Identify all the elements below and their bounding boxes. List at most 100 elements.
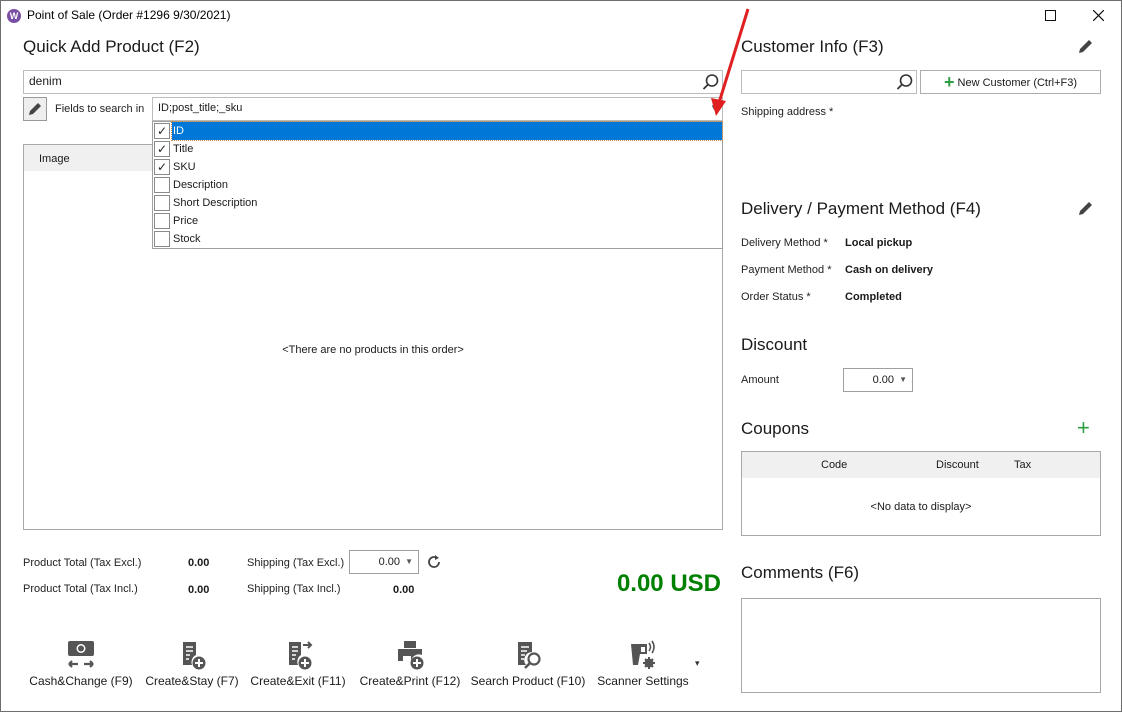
create-stay-icon [183,642,206,670]
pos-window: W Point of Sale (Order #1296 9/30/2021) … [0,0,1122,712]
refresh-icon[interactable] [425,553,443,571]
new-customer-label: New Customer (Ctrl+F3) [957,77,1078,89]
customer-search-input[interactable] [741,70,917,94]
products-empty-text: <There are no products in this order> [282,344,464,356]
dropdown-item-label: Description [173,179,229,191]
dropdown-item-label: Stock [173,233,201,245]
dropdown-item-label: SKU [173,161,196,173]
dropdown-item-label: ID [171,121,723,141]
column-header-tax[interactable]: Tax [1014,459,1031,471]
dropdown-item-label: Short Description [173,197,258,209]
dropdown-item-title[interactable]: ✓ Title [153,140,722,158]
dropdown-item-label: Title [173,143,194,155]
comments-heading: Comments (F6) [741,563,860,582]
chevron-down-icon[interactable]: ▼ [899,369,907,391]
close-icon [1092,9,1104,22]
dropdown-item-description[interactable]: Description [153,176,722,194]
delivery-method-label: Delivery Method * [741,237,828,249]
plus-icon: + [943,72,955,92]
coupons-heading: Coupons [741,419,810,438]
discount-amount-input[interactable]: 0.00 ▼ [843,368,913,392]
order-status-label: Order Status * [741,291,811,303]
search-product-icon [518,642,541,669]
checkbox-checked[interactable]: ✓ [154,159,170,175]
edit-fields-button[interactable] [23,97,47,121]
order-status-value: Completed [845,291,902,303]
search-product-label: Search Product (F10) [470,674,586,688]
discount-amount-value: 0.00 [872,374,894,386]
discount-heading: Discount [741,335,808,354]
product-search-input[interactable]: denim [23,70,723,94]
search-product-button[interactable]: Search Product (F10) [469,639,587,688]
checkbox-unchecked[interactable] [154,195,170,211]
fields-dropdown-list: ✓ ID ✓ Title ✓ SKU Description Short Des… [152,121,723,249]
fields-to-search-combo[interactable]: ID;post_title;_sku ▼ [152,97,723,121]
delivery-payment-heading: Delivery / Payment Method (F4) [741,199,981,218]
checkbox-unchecked[interactable] [154,231,170,247]
coupons-empty-text: <No data to display> [870,501,972,513]
coupons-grid-header: Code Discount Tax [742,452,1100,478]
scanner-settings-button[interactable]: Scanner Settings [595,639,691,688]
checkbox-unchecked[interactable] [154,213,170,229]
create-print-label: Create&Print (F12) [359,674,461,688]
shipping-incl-label: Shipping (Tax Incl.) [247,583,341,595]
new-customer-button[interactable]: + New Customer (Ctrl+F3) [920,70,1101,94]
product-total-incl-value: 0.00 [188,584,210,596]
add-coupon-plus-icon[interactable]: + [1077,415,1090,441]
column-header-code[interactable]: Code [821,459,847,471]
comments-textarea[interactable] [741,598,1101,693]
quick-add-heading: Quick Add Product (F2) [23,37,200,56]
shipping-excl-value: 0.00 [378,556,400,568]
create-exit-icon [289,641,313,670]
grand-total: 0.00 USD [616,570,721,597]
fields-to-search-label: Fields to search in [55,103,145,115]
product-search-value: denim [29,74,62,88]
edit-delivery-pencil-icon[interactable] [1077,199,1095,217]
column-header-image[interactable]: Image [39,153,70,165]
scanner-settings-icon [631,640,655,669]
dropdown-item-id[interactable]: ✓ ID [153,121,723,141]
customer-search-icon[interactable] [896,73,914,91]
shipping-excl-input[interactable]: 0.00 ▼ [349,550,419,574]
app-logo-icon: W [7,9,21,23]
customer-info-heading: Customer Info (F3) [741,37,884,56]
payment-method-label: Payment Method * [741,264,832,276]
checkbox-checked[interactable]: ✓ [154,123,170,139]
maximize-button[interactable] [1040,6,1060,26]
create-stay-label: Create&Stay (F7) [145,674,239,688]
checkbox-unchecked[interactable] [154,177,170,193]
create-print-icon [398,641,424,670]
payment-method-value: Cash on delivery [845,264,934,276]
checkbox-checked[interactable]: ✓ [154,141,170,157]
close-button[interactable] [1088,6,1108,26]
column-header-discount[interactable]: Discount [936,459,979,471]
cash-change-button[interactable]: Cash&Change (F9) [27,639,135,688]
shipping-excl-label: Shipping (Tax Excl.) [247,557,345,569]
coupons-grid: Code Discount Tax <No data to display> [741,451,1101,536]
cash-change-icon [68,641,94,668]
toolbar-more-dropdown[interactable]: ▾ [695,658,700,669]
pencil-icon [29,103,41,115]
scanner-settings-label: Scanner Settings [597,674,689,688]
dropdown-item-price[interactable]: Price [153,212,722,230]
product-total-excl-label: Product Total (Tax Excl.) [23,557,142,569]
product-total-excl-value: 0.00 [188,557,210,569]
cash-change-label: Cash&Change (F9) [29,674,133,688]
create-stay-button[interactable]: Create&Stay (F7) [143,639,241,688]
dropdown-item-sku[interactable]: ✓ SKU [153,158,722,176]
dropdown-item-short-description[interactable]: Short Description [153,194,722,212]
discount-amount-label: Amount [741,374,779,386]
create-exit-label: Create&Exit (F11) [250,674,346,688]
dropdown-item-stock[interactable]: Stock [153,230,722,248]
delivery-method-value: Local pickup [845,237,913,249]
annotation-arrow [711,8,750,116]
chevron-down-icon[interactable]: ▼ [405,551,413,573]
product-total-incl-label: Product Total (Tax Incl.) [23,583,138,595]
maximize-icon [1044,10,1056,21]
create-exit-button[interactable]: Create&Exit (F11) [249,639,347,688]
edit-customer-pencil-icon[interactable] [1077,37,1095,55]
create-print-button[interactable]: Create&Print (F12) [355,639,465,688]
window-title: Point of Sale (Order #1296 9/30/2021) [27,8,231,22]
shipping-incl-value: 0.00 [393,584,415,596]
fields-to-search-value: ID;post_title;_sku [158,102,243,114]
